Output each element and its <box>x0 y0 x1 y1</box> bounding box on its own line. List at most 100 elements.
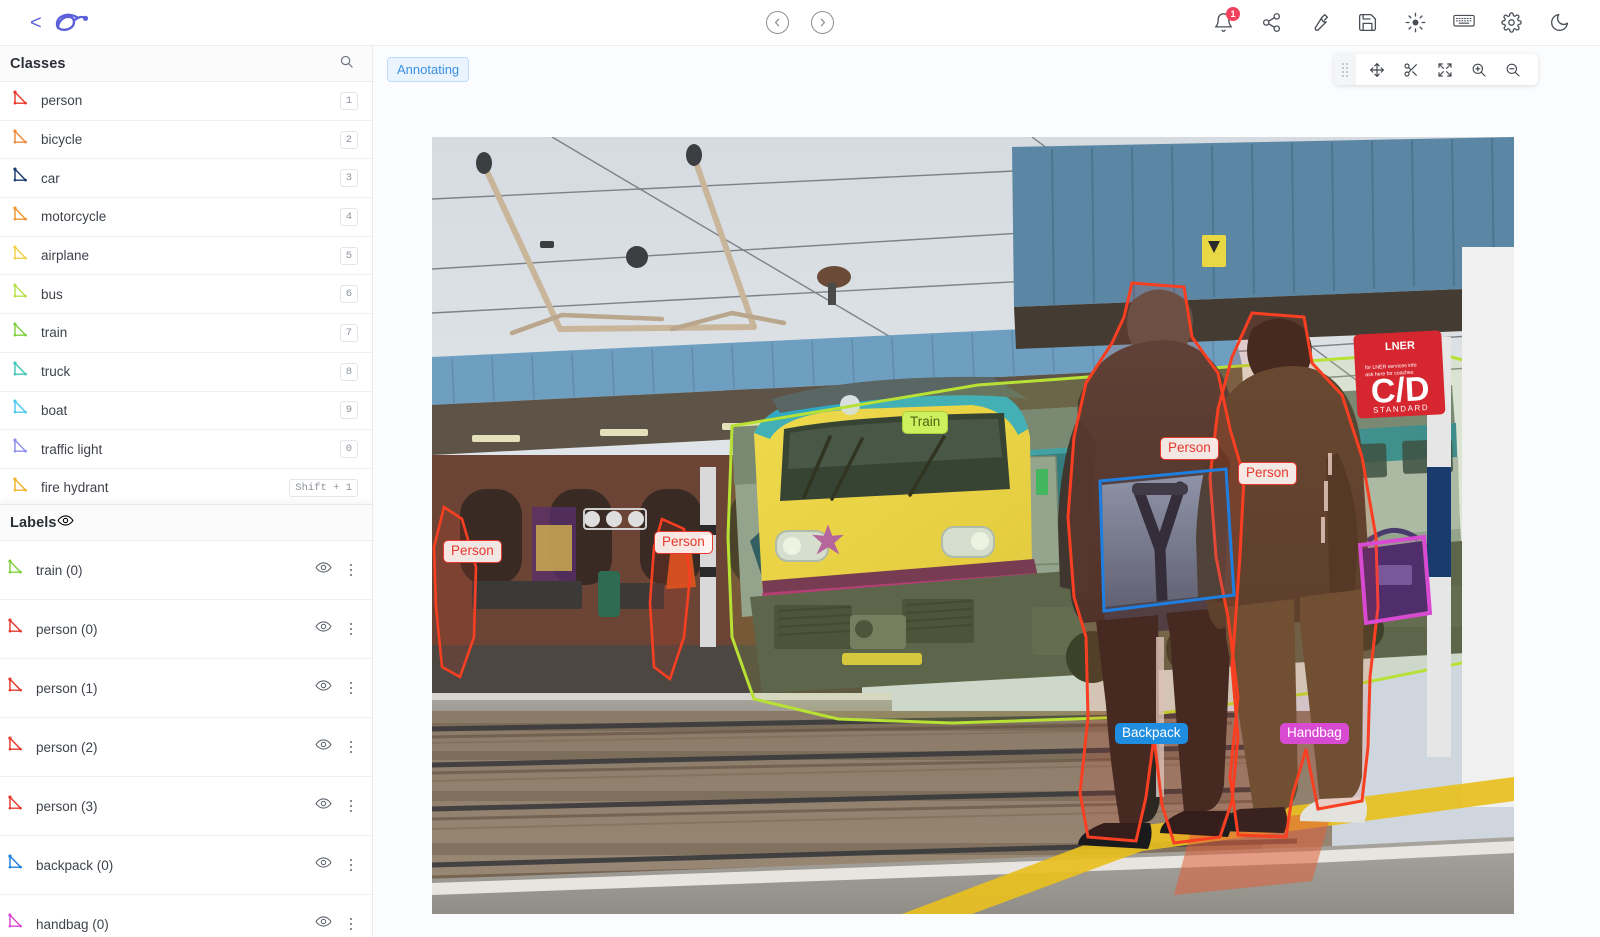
class-label: truck <box>41 364 71 380</box>
brightness-icon[interactable] <box>1405 12 1426 33</box>
label-polygon-icon <box>7 618 24 640</box>
class-polygon-icon <box>12 438 29 460</box>
class-row-car[interactable]: car 3 <box>0 159 372 199</box>
search-icon[interactable] <box>339 54 354 74</box>
more-options-icon[interactable] <box>344 799 358 813</box>
label-row[interactable]: person (3) <box>0 777 372 836</box>
keyboard-icon[interactable] <box>1453 12 1475 33</box>
class-row-train[interactable]: train 7 <box>0 314 372 353</box>
labels-panel-header: Labels <box>0 504 372 541</box>
class-label: traffic light <box>41 441 103 457</box>
class-shortcut: 8 <box>339 362 358 381</box>
class-label: car <box>41 170 60 186</box>
more-options-icon[interactable] <box>344 622 358 636</box>
annotation-tag-person[interactable]: Person <box>654 531 713 554</box>
classes-list[interactable]: person 1 bicycle 2 car 3 motorcycle 4 airplane 5 b… <box>0 82 372 504</box>
drag-handle-icon[interactable] <box>1334 54 1356 85</box>
label-row[interactable]: backpack (0) <box>0 836 372 895</box>
class-row-boat[interactable]: boat 9 <box>0 392 372 431</box>
class-row-truck[interactable]: truck 8 <box>0 353 372 392</box>
class-shortcut: 5 <box>339 246 358 265</box>
label-title: backpack (0) <box>36 857 114 873</box>
more-options-icon[interactable] <box>344 681 358 695</box>
more-options-icon[interactable] <box>344 917 358 931</box>
class-row-fire-hydrant[interactable]: fire hydrant Shift + 1 <box>0 469 372 504</box>
annotation-tag-backpack[interactable]: Backpack <box>1115 723 1188 744</box>
eye-icon[interactable] <box>315 618 332 640</box>
annotation-tag-handbag[interactable]: Handbag <box>1280 723 1349 744</box>
class-row-airplane[interactable]: airplane 5 <box>0 237 372 276</box>
label-row[interactable]: handbag (0) <box>0 895 372 937</box>
fit-screen-icon[interactable] <box>1428 54 1462 85</box>
class-label: airplane <box>41 248 90 264</box>
top-bar: < 1 <box>0 0 1600 46</box>
save-icon[interactable] <box>1357 12 1378 33</box>
annotation-tag-person[interactable]: Person <box>443 540 502 563</box>
share-icon[interactable] <box>1261 12 1282 33</box>
top-bar-actions: 1 <box>1213 7 1600 33</box>
move-icon[interactable] <box>1360 54 1394 85</box>
bell-icon[interactable]: 1 <box>1213 7 1240 33</box>
brand: < <box>0 6 330 40</box>
label-row[interactable]: person (2) <box>0 718 372 777</box>
status-badge[interactable]: Annotating <box>387 57 470 82</box>
annotation-tag-person[interactable]: Person <box>1160 437 1219 460</box>
class-polygon-icon <box>12 129 29 151</box>
classes-panel-header: Classes <box>0 46 372 82</box>
canvas-viewport[interactable]: LNER for LNER services info ask here for… <box>373 92 1600 937</box>
svg-text:LNER: LNER <box>1385 340 1416 354</box>
eye-icon[interactable] <box>315 736 332 758</box>
annotation-tag-person[interactable]: Person <box>1238 462 1297 485</box>
class-polygon-icon <box>12 90 29 112</box>
backpack-polygon <box>1098 467 1236 613</box>
more-options-icon[interactable] <box>344 858 358 872</box>
moon-icon[interactable] <box>1549 12 1570 33</box>
canvas-tools <box>1334 54 1538 85</box>
eye-icon[interactable] <box>315 913 332 935</box>
main-body: Classes person 1 bicycle 2 car 3 motorcycle 4 ai… <box>0 46 1600 937</box>
class-polygon-icon <box>12 361 29 383</box>
class-polygon-icon <box>12 245 29 267</box>
eye-icon[interactable] <box>315 854 332 876</box>
label-polygon-icon <box>7 913 24 935</box>
more-options-icon[interactable] <box>344 563 358 577</box>
image-navigation <box>766 11 834 34</box>
label-row[interactable]: person (0) <box>0 600 372 659</box>
class-shortcut: 0 <box>339 440 358 459</box>
label-title: person (1) <box>36 680 98 696</box>
label-row[interactable]: train (0) <box>0 541 372 600</box>
class-shortcut: 7 <box>339 323 358 342</box>
label-title: handbag (0) <box>36 916 109 932</box>
class-row-bicycle[interactable]: bicycle 2 <box>0 121 372 160</box>
eye-icon[interactable] <box>315 795 332 817</box>
label-title: person (3) <box>36 798 98 814</box>
app-logo-icon[interactable] <box>48 6 96 40</box>
class-row-traffic-light[interactable]: traffic light 0 <box>0 430 372 469</box>
class-polygon-icon <box>12 322 29 344</box>
annotation-tag-train[interactable]: Train <box>902 411 949 434</box>
label-polygon-icon <box>7 795 24 817</box>
zoom-out-icon[interactable] <box>1496 54 1530 85</box>
eye-icon[interactable] <box>57 512 74 534</box>
scissors-icon[interactable] <box>1394 54 1428 85</box>
class-row-bus[interactable]: bus 6 <box>0 275 372 315</box>
more-options-icon[interactable] <box>344 740 358 754</box>
image-canvas[interactable]: LNER for LNER services info ask here for… <box>432 137 1514 914</box>
wrench-icon[interactable] <box>1309 12 1330 33</box>
next-image-button[interactable] <box>811 11 834 34</box>
class-row-motorcycle[interactable]: motorcycle 4 <box>0 198 372 237</box>
class-shortcut: 6 <box>339 285 358 304</box>
canvas-area: Annotating LNER for LNER services info a… <box>373 46 1600 937</box>
class-shortcut: Shift + 1 <box>289 478 358 497</box>
class-label: bus <box>41 286 63 302</box>
class-row-person[interactable]: person 1 <box>0 82 372 121</box>
eye-icon[interactable] <box>315 677 332 699</box>
zoom-in-icon[interactable] <box>1462 54 1496 85</box>
previous-image-button[interactable] <box>766 11 789 34</box>
gear-icon[interactable] <box>1501 12 1522 33</box>
eye-icon[interactable] <box>315 559 332 581</box>
back-button[interactable]: < <box>30 13 42 33</box>
labels-list[interactable]: train (0) person (0) person (1) person (2) p… <box>0 541 372 937</box>
label-row[interactable]: person (1) <box>0 659 372 718</box>
annotated-image[interactable]: LNER for LNER services info ask here for… <box>432 137 1514 914</box>
